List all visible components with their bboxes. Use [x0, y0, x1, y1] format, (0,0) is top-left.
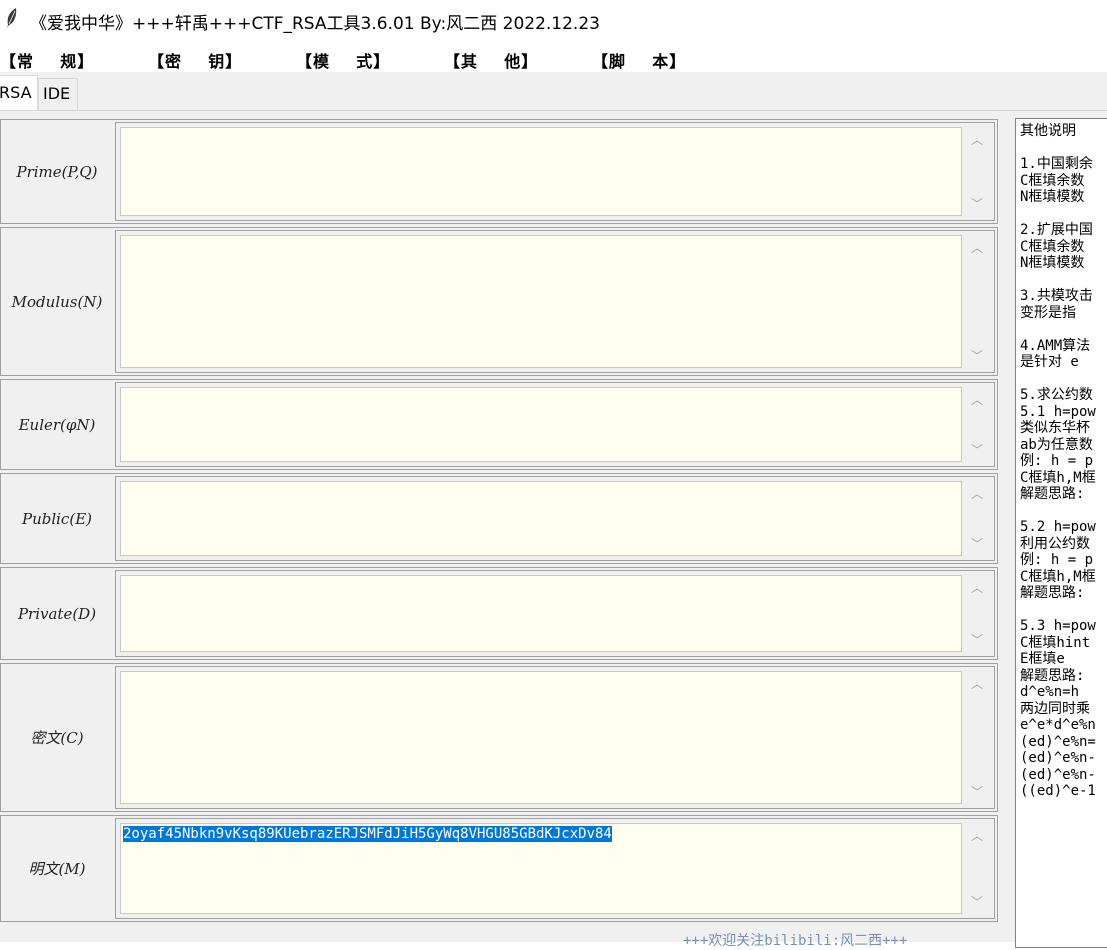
modulus-scrollbar[interactable]: ︿ ﹀ [964, 235, 990, 368]
menu-other[interactable]: 【其 他】 [444, 48, 538, 72]
scroll-up-icon[interactable]: ︿ [964, 675, 990, 692]
modulus-label: Modulus(N) [11, 292, 103, 311]
plaintext-label: 明文(M) [28, 860, 86, 878]
public-row: Public(E) ︿ ﹀ [0, 473, 998, 564]
window-title: 《爱我中华》+++轩禹+++CTF_RSA工具3.6.01 By:风二西 202… [30, 14, 600, 34]
ciphertext-row: 密文(C) ︿ ﹀ [0, 663, 998, 812]
feather-icon [7, 8, 17, 28]
euler-label: Euler(φN) [18, 415, 96, 434]
public-input[interactable] [120, 481, 962, 556]
tab-rsa[interactable]: RSA [0, 75, 38, 111]
euler-row: Euler(φN) ︿ ﹀ [0, 379, 998, 470]
menu-script[interactable]: 【脚 本】 [592, 48, 686, 72]
private-row: Private(D) ︿ ﹀ [0, 567, 998, 660]
menu-general[interactable]: 【常 规】 [0, 48, 94, 72]
private-label: Private(D) [17, 604, 97, 623]
private-input[interactable] [120, 575, 962, 652]
ciphertext-label: 密文(C) [30, 729, 84, 747]
modulus-row: Modulus(N) ︿ ﹀ [0, 227, 998, 376]
scroll-down-icon[interactable]: ﹀ [964, 441, 990, 458]
plaintext-selection: 2oyaf45Nbkn9vKsq89KUebrazERJSMFdJiH5GyWq… [123, 826, 612, 842]
scroll-up-icon[interactable]: ︿ [964, 239, 990, 256]
prime-input[interactable] [120, 127, 962, 216]
ciphertext-scrollbar[interactable]: ︿ ﹀ [964, 671, 990, 804]
notes-panel[interactable]: 其他说明 1.中国剩余 C框填余数 N框填模数 2.扩展中国 C框填余数 N框填… [1015, 118, 1107, 948]
modulus-input[interactable] [120, 235, 962, 368]
scroll-down-icon[interactable]: ﹀ [964, 631, 990, 648]
ciphertext-input[interactable] [120, 671, 962, 804]
public-label: Public(E) [21, 509, 92, 528]
scroll-down-icon[interactable]: ﹀ [964, 893, 990, 910]
scroll-down-icon[interactable]: ﹀ [964, 195, 990, 212]
menu-keys[interactable]: 【密 钥】 [148, 48, 242, 72]
menu-bar: 【常 规】 【密 钥】 【模 式】 【其 他】 【脚 本】 [0, 46, 1107, 72]
notes-text: 其他说明 1.中国剩余 C框填余数 N框填模数 2.扩展中国 C框填余数 N框填… [1020, 123, 1096, 799]
rsa-panel: Prime(P,Q) ︿ ﹀ Modulus(N) ︿ ﹀ Euler(φN) … [0, 111, 1107, 942]
scroll-up-icon[interactable]: ︿ [964, 579, 990, 596]
scroll-up-icon[interactable]: ︿ [964, 485, 990, 502]
scroll-down-icon[interactable]: ﹀ [964, 535, 990, 552]
prime-row: Prime(P,Q) ︿ ﹀ [0, 119, 998, 224]
scroll-up-icon[interactable]: ︿ [964, 131, 990, 148]
scroll-up-icon[interactable]: ︿ [964, 391, 990, 408]
plaintext-row: 明文(M) 2oyaf45Nbkn9vKsq89KUebrazERJSMFdJi… [0, 815, 998, 922]
private-scrollbar[interactable]: ︿ ﹀ [964, 575, 990, 652]
scroll-down-icon[interactable]: ﹀ [964, 783, 990, 800]
prime-scrollbar[interactable]: ︿ ﹀ [964, 127, 990, 216]
tab-ide[interactable]: IDE [38, 78, 78, 110]
plaintext-scrollbar[interactable]: ︿ ﹀ [964, 823, 990, 914]
footer-text: +++欢迎关注bilibili:风二西+++ [683, 933, 908, 949]
prime-label: Prime(P,Q) [16, 162, 98, 181]
scroll-down-icon[interactable]: ﹀ [964, 347, 990, 364]
euler-input[interactable] [120, 387, 962, 462]
public-scrollbar[interactable]: ︿ ﹀ [964, 481, 990, 556]
menu-mode[interactable]: 【模 式】 [296, 48, 390, 72]
title-bar: 《爱我中华》+++轩禹+++CTF_RSA工具3.6.01 By:风二西 202… [0, 0, 1107, 38]
scroll-up-icon[interactable]: ︿ [964, 827, 990, 844]
plaintext-input[interactable]: 2oyaf45Nbkn9vKsq89KUebrazERJSMFdJiH5GyWq… [120, 823, 962, 914]
euler-scrollbar[interactable]: ︿ ﹀ [964, 387, 990, 462]
